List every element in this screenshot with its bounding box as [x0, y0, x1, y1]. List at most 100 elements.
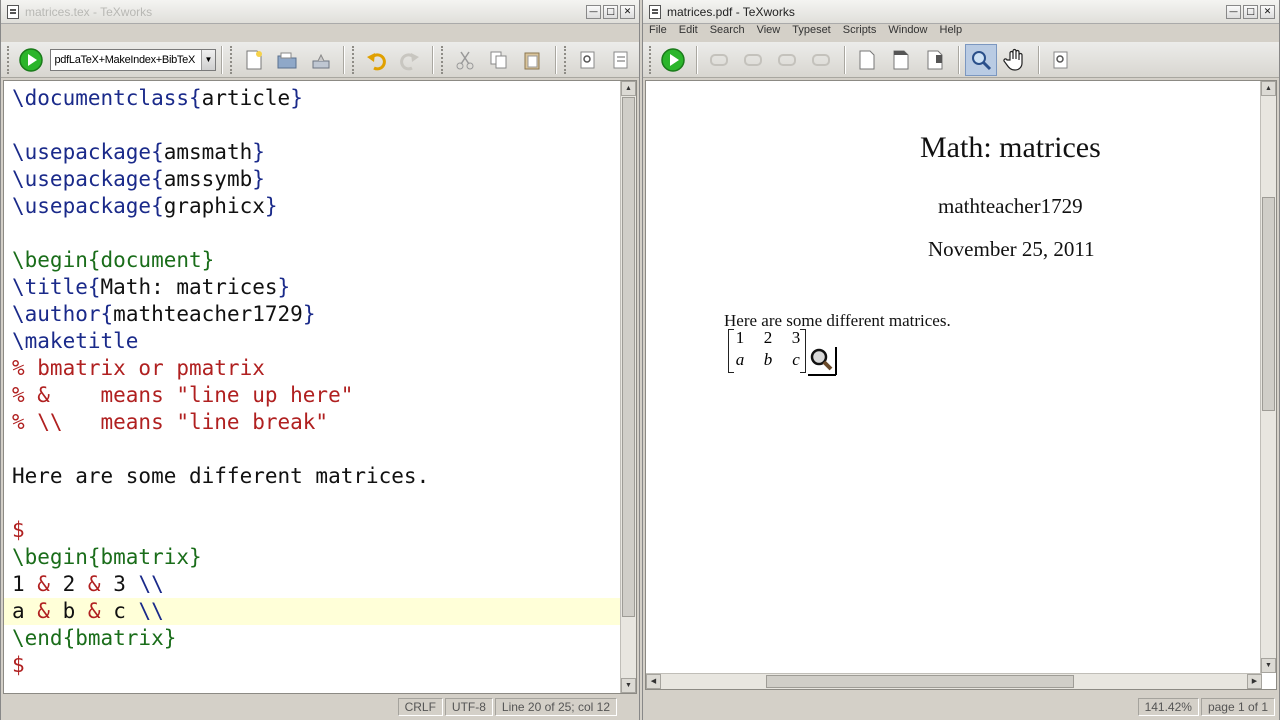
undo-button[interactable] [360, 44, 392, 76]
scrollbar-thumb[interactable] [622, 97, 635, 617]
maximize-button[interactable]: □ [1243, 5, 1258, 19]
actual-size-icon [859, 50, 875, 69]
fit-window-button[interactable] [919, 44, 951, 76]
fit-width-button[interactable] [885, 44, 917, 76]
scroll-left-button[interactable]: ◀ [646, 674, 661, 689]
typeset-button[interactable] [15, 44, 47, 76]
code-line[interactable]: \usepackage{graphicx} [4, 193, 620, 220]
code-token: \author [12, 302, 101, 326]
editor-titlebar[interactable]: matrices.tex - TeXworks — □ ✕ [1, 0, 639, 24]
code-line[interactable]: \title{Math: matrices} [4, 274, 620, 301]
page-status: page 1 of 1 [1200, 698, 1275, 716]
scrollbar-thumb[interactable] [766, 675, 1074, 688]
code-line[interactable]: \documentclass{article} [4, 85, 620, 112]
code-line[interactable]: \end{bmatrix} [4, 625, 620, 652]
scroll-up-button[interactable]: ▲ [1261, 81, 1276, 96]
toolbar-grip[interactable] [649, 45, 653, 74]
code-token: \usepackage [12, 140, 152, 164]
menu-item-typeset[interactable]: Typeset [792, 24, 831, 40]
code-line[interactable]: \begin{document} [4, 247, 620, 274]
code-token: Here are some different matrices. [12, 464, 430, 488]
code-line[interactable]: \begin{bmatrix} [4, 544, 620, 571]
editor-toolbar: pdfLaTeX+MakeIndex+BibTeX ▼ [1, 42, 639, 78]
scroll-down-button[interactable]: ▼ [1261, 658, 1276, 673]
source-editor[interactable]: \documentclass{article} \usepackage{amsm… [3, 80, 637, 694]
minimize-button[interactable]: — [1226, 5, 1241, 19]
menu-item-help[interactable]: Help [940, 24, 963, 40]
menu-item-scripts[interactable]: Scripts [843, 24, 877, 40]
last-page-button[interactable] [805, 44, 837, 76]
code-line[interactable]: \maketitle [4, 328, 620, 355]
code-line[interactable]: $ [4, 517, 620, 544]
next-page-button[interactable] [771, 44, 803, 76]
toolbar-grip[interactable] [441, 45, 445, 74]
previous-page-button[interactable] [737, 44, 769, 76]
editor-vertical-scrollbar[interactable]: ▲ ▼ [620, 81, 636, 693]
pdf-horizontal-scrollbar[interactable]: ◀ ▶ [646, 673, 1262, 689]
scrollbar-thumb[interactable] [1262, 197, 1275, 411]
code-line[interactable] [4, 490, 620, 517]
code-line[interactable]: \author{mathteacher1729} [4, 301, 620, 328]
paste-button[interactable] [516, 44, 548, 76]
first-page-button[interactable] [703, 44, 735, 76]
menu-item-view[interactable]: View [757, 24, 781, 40]
goto-source-button[interactable] [1045, 44, 1077, 76]
code-token: } [290, 86, 303, 110]
code-line[interactable] [4, 112, 620, 139]
code-line[interactable] [4, 220, 620, 247]
scroll-down-button[interactable]: ▼ [621, 678, 636, 693]
scroll-right-button[interactable]: ▶ [1247, 674, 1262, 689]
code-line[interactable]: 1 & 2 & 3 \\ [4, 571, 620, 598]
close-button[interactable]: ✕ [1260, 5, 1275, 19]
find-icon [580, 51, 595, 68]
matrix-cell: b [763, 350, 773, 369]
redo-button[interactable] [394, 44, 426, 76]
preview-titlebar[interactable]: matrices.pdf - TeXworks — □ ✕ [643, 0, 1279, 24]
menu-item-edit[interactable]: Edit [679, 24, 698, 40]
code-token: { [151, 167, 164, 191]
pdf-viewer[interactable]: Math: matrices mathteacher1729 November … [645, 80, 1277, 690]
replace-button[interactable] [605, 44, 637, 76]
copy-button[interactable] [483, 44, 515, 76]
cut-button[interactable] [449, 44, 481, 76]
typeset-engine-select[interactable]: pdfLaTeX+MakeIndex+BibTeX ▼ [50, 48, 216, 71]
code-line[interactable]: % & means "line up here" [4, 382, 620, 409]
preview-statusbar: 141.42% page 1 of 1 [643, 696, 1279, 718]
menu-item-file[interactable]: File [649, 24, 667, 40]
typeset-button[interactable] [657, 44, 689, 76]
code-line[interactable]: $ [4, 652, 620, 679]
code-line[interactable] [4, 436, 620, 463]
new-document-button[interactable] [238, 44, 270, 76]
minimize-button[interactable]: — [586, 5, 601, 19]
close-button[interactable]: ✕ [620, 5, 635, 19]
code-token: amsmath [163, 140, 253, 164]
code-line[interactable]: Here are some different matrices. [4, 463, 620, 490]
redo-icon [399, 52, 419, 70]
toolbar-grip[interactable] [229, 45, 234, 74]
pdf-vertical-scrollbar[interactable]: ▲ ▼ [1260, 81, 1276, 673]
code-line[interactable]: \usepackage{amsmath} [4, 139, 620, 166]
menu-item-search[interactable]: Search [710, 24, 745, 40]
open-button[interactable] [271, 44, 303, 76]
line-ending-status[interactable]: CRLF [397, 698, 443, 716]
scroll-up-button[interactable]: ▲ [621, 81, 636, 96]
maximize-button[interactable]: □ [603, 5, 618, 19]
magnify-tool-button[interactable] [965, 43, 997, 76]
source-code[interactable]: \documentclass{article} \usepackage{amsm… [4, 85, 620, 679]
encoding-status[interactable]: UTF-8 [444, 698, 493, 716]
menu-item-window[interactable]: Window [888, 24, 927, 40]
toolbar-grip[interactable] [352, 45, 356, 74]
code-line[interactable]: % \\ means "line break" [4, 409, 620, 436]
find-button[interactable] [572, 44, 604, 76]
code-token: & [87, 572, 101, 596]
toolbar-grip[interactable] [7, 45, 11, 74]
actual-size-button[interactable] [851, 44, 883, 76]
preview-window: matrices.pdf - TeXworks — □ ✕ File Edit Se… [642, 0, 1280, 720]
current-code-line[interactable]: a & b & c \\ [4, 598, 620, 625]
save-button[interactable] [305, 44, 337, 76]
magnify-icon [972, 50, 992, 70]
code-line[interactable]: \usepackage{amssymb} [4, 166, 620, 193]
scroll-hand-tool-button[interactable] [999, 44, 1031, 76]
toolbar-grip[interactable] [564, 45, 568, 74]
code-line[interactable]: % bmatrix or pmatrix [4, 355, 620, 382]
